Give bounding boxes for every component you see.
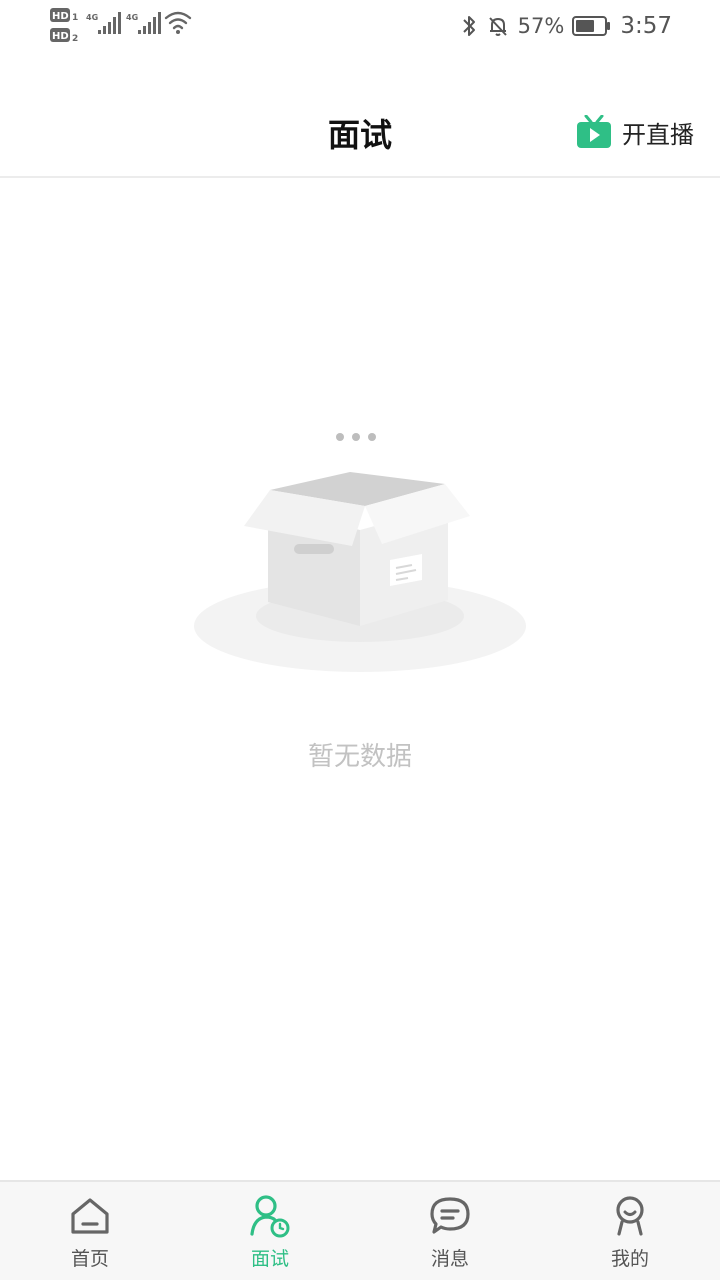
signal-bars-2-icon — [138, 12, 161, 34]
nav-label-home: 首页 — [70, 1248, 109, 1270]
sim1-hd-label: HD — [52, 11, 69, 22]
sim2-index: 2 — [72, 34, 78, 44]
status-bar: HD 1 HD 2 4G 4G 57% 3:57 — [0, 0, 720, 52]
app-header: 面试 开直播 — [0, 86, 720, 178]
bottom-navigation: 首页 面试 消息 我的 — [0, 1180, 720, 1280]
status-bar-right: 57% 3:57 — [460, 10, 672, 42]
status-time: 3:57 — [620, 13, 672, 39]
start-live-label: 开直播 — [622, 120, 694, 149]
nav-item-home[interactable]: 首页 — [0, 1182, 180, 1280]
signal-icons: HD 1 HD 2 4G 4G — [50, 8, 192, 44]
nav-label-messages: 消息 — [430, 1248, 469, 1270]
nav-item-interview[interactable]: 面试 — [180, 1182, 360, 1280]
interview-user-clock-icon — [250, 1195, 290, 1238]
network1-label: 4G — [86, 13, 98, 22]
nav-item-messages[interactable]: 消息 — [360, 1182, 540, 1280]
bluetooth-icon — [462, 16, 475, 36]
bell-muted-icon — [488, 17, 507, 36]
signal-bars-1-icon — [98, 12, 121, 34]
network2-label: 4G — [126, 13, 138, 22]
battery-icon — [572, 16, 611, 36]
start-live-button[interactable]: 开直播 — [576, 112, 694, 152]
message-bubble-icon — [430, 1197, 470, 1234]
wifi-icon — [164, 11, 192, 30]
nav-item-profile[interactable]: 我的 — [540, 1182, 720, 1280]
empty-state: 暂无数据 — [0, 420, 720, 780]
home-icon — [71, 1198, 109, 1234]
empty-box-illustration-icon — [194, 433, 526, 672]
sim2-hd-label: HD — [52, 31, 69, 42]
sim1-index: 1 — [72, 13, 78, 23]
status-bar-signals: HD 1 HD 2 4G 4G — [48, 6, 198, 46]
profile-smile-icon — [616, 1196, 644, 1236]
empty-state-message: 暂无数据 — [307, 742, 412, 772]
live-tv-icon — [577, 115, 611, 148]
battery-percent: 57% — [517, 14, 565, 38]
nav-label-interview: 面试 — [250, 1248, 289, 1270]
nav-label-profile: 我的 — [610, 1248, 649, 1270]
app-screen: HD 1 HD 2 4G 4G 57% 3:57 面试 开直播 暂无数据 首页 … — [0, 0, 720, 1280]
